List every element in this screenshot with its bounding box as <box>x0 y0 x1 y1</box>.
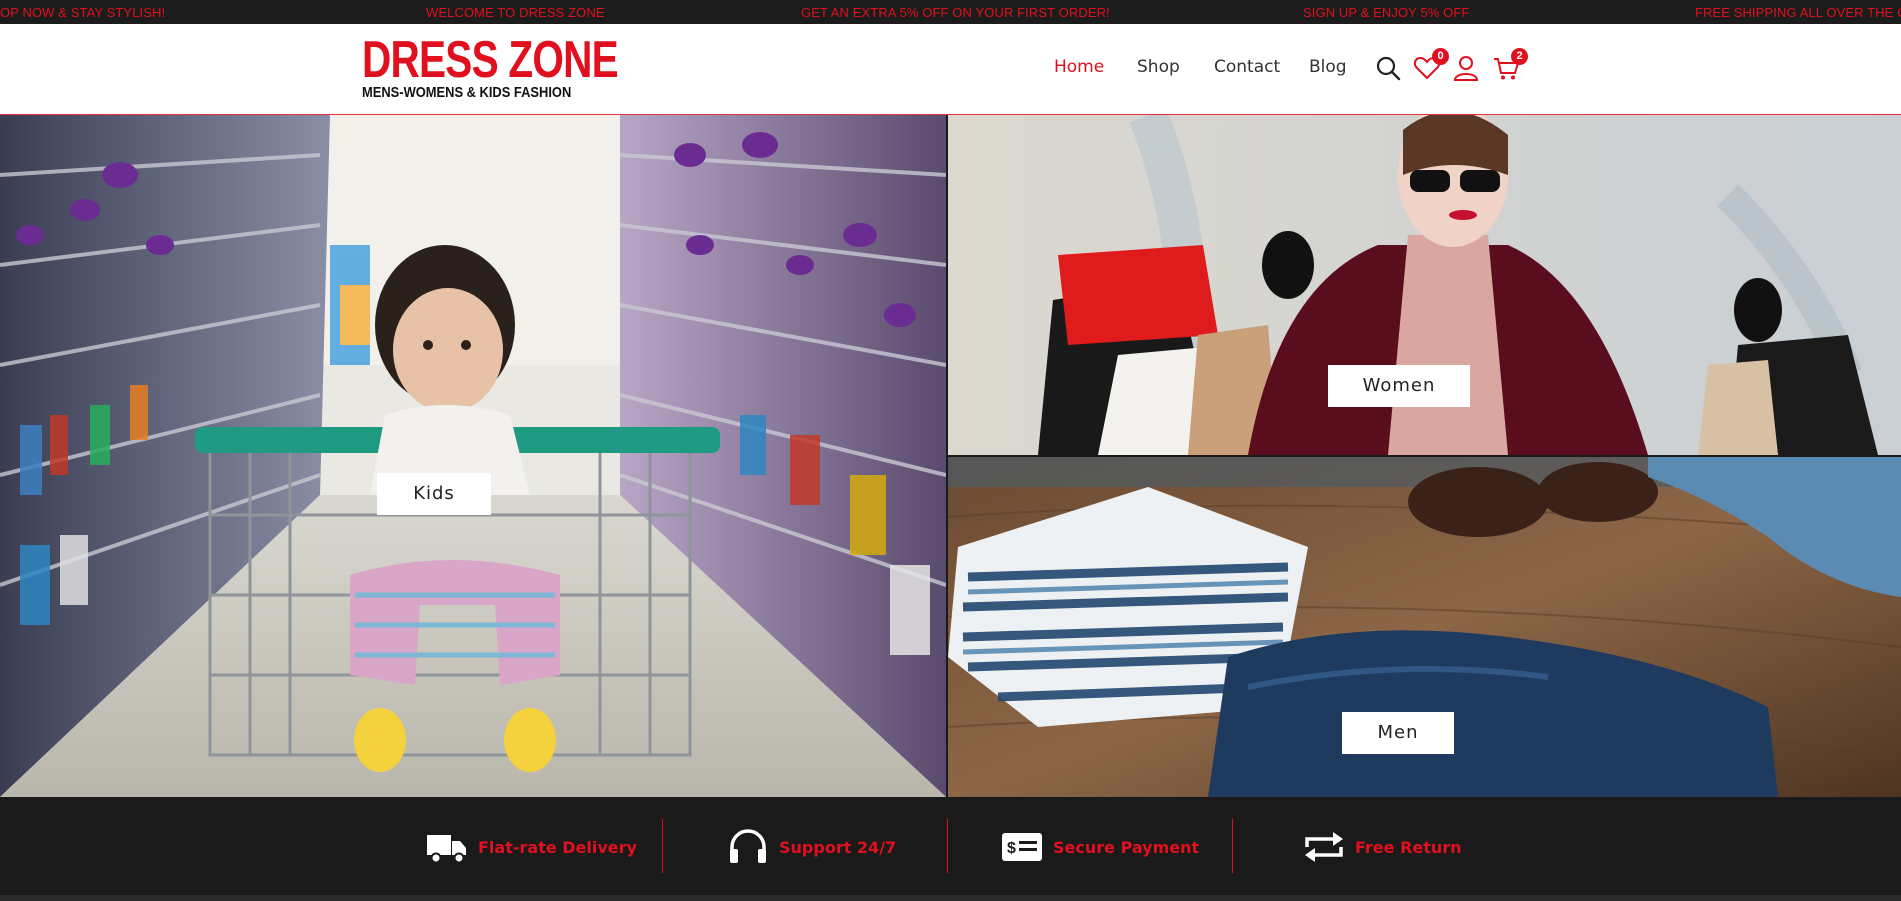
divider <box>947 819 948 873</box>
feature-label: Secure Payment <box>1053 838 1200 857</box>
women-category-banner[interactable]: Women <box>948 115 1901 455</box>
ticker-message: FREE SHIPPING ALL OVER THE C <box>1695 5 1901 20</box>
feature-label: Support 24/7 <box>779 838 897 857</box>
bottom-strip <box>0 895 1901 901</box>
kids-category-banner[interactable]: Kids <box>0 115 946 797</box>
kids-banner-image <box>0 115 946 797</box>
nav-home[interactable]: Home <box>1054 57 1104 77</box>
divider <box>662 819 663 873</box>
men-category-button[interactable]: Men <box>1342 712 1454 754</box>
feature-label: Flat-rate Delivery <box>478 838 637 857</box>
nav-contact[interactable]: Contact <box>1214 57 1280 77</box>
account-button[interactable] <box>1452 54 1480 82</box>
ticker-message: OP NOW & STAY STYLISH! <box>0 5 166 20</box>
divider <box>1232 819 1233 873</box>
search-icon[interactable] <box>1374 54 1402 82</box>
ticker-message: GET AN EXTRA 5% OFF ON YOUR FIRST ORDER! <box>801 5 1110 20</box>
ticker-message: SIGN UP & ENJOY 5% OFF <box>1303 5 1470 20</box>
features-bar: Flat-rate Delivery Support 24/7 $ Secure… <box>0 797 1901 895</box>
user-icon <box>1453 56 1479 81</box>
men-category-banner[interactable]: Men <box>948 457 1901 797</box>
nav-shop[interactable]: Shop <box>1137 57 1180 77</box>
wishlist-button[interactable]: 0 <box>1413 48 1449 82</box>
wishlist-count-badge: 0 <box>1432 48 1449 65</box>
payment-card-icon: $ <box>1002 833 1042 861</box>
return-arrows-icon <box>1305 832 1343 862</box>
svg-text:$: $ <box>1007 840 1016 857</box>
headphones-icon <box>730 829 766 863</box>
women-category-button[interactable]: Women <box>1328 365 1470 407</box>
site-header: DRESS ZONE MENS-WOMENS & KIDS FASHION Ho… <box>0 24 1901 115</box>
nav-blog[interactable]: Blog <box>1309 57 1347 77</box>
announcement-ticker: OP NOW & STAY STYLISH! WELCOME TO DRESS … <box>0 0 1901 25</box>
cart-button[interactable]: 2 <box>1492 48 1528 82</box>
ticker-message: WELCOME TO DRESS ZONE <box>426 5 605 20</box>
cart-count-badge: 2 <box>1511 48 1528 65</box>
site-logo[interactable]: DRESS ZONE MENS-WOMENS & KIDS FASHION <box>362 31 690 101</box>
logo-title: DRESS ZONE <box>362 31 619 89</box>
logo-subtitle: MENS-WOMENS & KIDS FASHION <box>362 84 572 101</box>
truck-icon <box>427 835 466 864</box>
kids-category-button[interactable]: Kids <box>377 473 491 515</box>
feature-label: Free Return <box>1355 838 1462 857</box>
